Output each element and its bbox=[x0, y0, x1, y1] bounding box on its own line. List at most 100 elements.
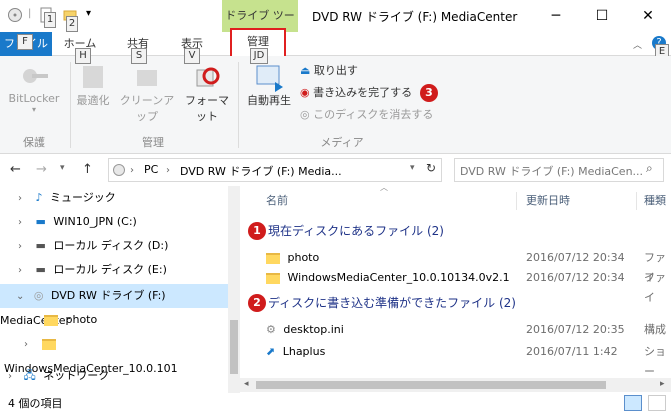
nav-scroll-thumb[interactable] bbox=[230, 320, 238, 374]
folder-icon bbox=[41, 338, 56, 350]
nav-item-network[interactable]: › 🖧 ネットワーク bbox=[0, 364, 228, 388]
eject-label: 取り出す bbox=[313, 64, 358, 77]
group-separator bbox=[70, 62, 71, 148]
windows-drive-icon: ▬ bbox=[35, 215, 46, 228]
details-view-icon[interactable] bbox=[624, 395, 642, 411]
finish-burning-label: 書き込みを完了する bbox=[313, 86, 413, 99]
file-type: 構成 bbox=[644, 323, 666, 336]
nav-item-windowsmediacenter[interactable]: › WindowsMediaCenter_10.0.101 bbox=[0, 332, 228, 375]
callout-badge-1: 1 bbox=[248, 222, 266, 240]
column-divider[interactable] bbox=[516, 192, 517, 210]
autoplay-button[interactable]: 自動再生 bbox=[242, 62, 296, 108]
collapse-ribbon-icon[interactable]: ︿ bbox=[633, 38, 642, 51]
table-row[interactable]: ⬈ Lhaplus bbox=[266, 342, 526, 362]
bitlocker-icon bbox=[18, 62, 50, 92]
expand-icon[interactable]: › bbox=[18, 265, 22, 276]
nav-item-e-drive[interactable]: › ▬ ローカル ディスク (E:) bbox=[0, 258, 228, 282]
nav-item-music[interactable]: › ♪ ミュージック bbox=[0, 186, 228, 210]
expand-icon[interactable]: › bbox=[24, 339, 28, 350]
format-icon bbox=[191, 62, 223, 92]
back-arrow-icon[interactable]: ← bbox=[10, 162, 21, 177]
optimize-icon bbox=[77, 62, 109, 92]
column-header-name[interactable]: 名前 bbox=[266, 190, 288, 212]
file-name: Lhaplus bbox=[282, 345, 326, 358]
eject-button[interactable]: ⏏ 取り出す bbox=[300, 62, 358, 80]
large-icons-view-icon[interactable] bbox=[648, 395, 666, 411]
search-icon[interactable]: ⌕ bbox=[646, 161, 653, 176]
cleanup-label: クリーンアップ bbox=[119, 94, 175, 123]
expand-icon[interactable]: › bbox=[8, 371, 12, 382]
drive-icon bbox=[112, 163, 126, 180]
qat-dropdown-icon[interactable]: ▾ bbox=[86, 8, 91, 19]
network-icon: 🖧 bbox=[23, 369, 36, 382]
folder-icon bbox=[266, 272, 280, 284]
settings-file-icon: ⚙ bbox=[266, 323, 276, 336]
drive-icon[interactable] bbox=[6, 7, 24, 23]
keytip-file: F bbox=[17, 34, 33, 50]
group-header-current-files[interactable]: 現在ディスクにあるファイル (2) bbox=[268, 220, 444, 242]
music-icon: ♪ bbox=[35, 191, 43, 204]
bitlocker-button[interactable]: BitLocker ▾ bbox=[4, 62, 64, 114]
optimize-button[interactable]: 最適化 bbox=[72, 62, 114, 108]
erase-disc-button[interactable]: ◎ このディスクを消去する bbox=[300, 106, 433, 124]
expand-icon[interactable]: › bbox=[18, 241, 22, 252]
nav-item-photo[interactable]: photo bbox=[0, 308, 228, 332]
file-name: photo bbox=[287, 251, 320, 264]
column-divider[interactable] bbox=[636, 192, 637, 210]
forward-arrow-icon[interactable]: → bbox=[36, 162, 47, 177]
horizontal-scroll-thumb[interactable] bbox=[256, 381, 606, 389]
nav-item-f-drive[interactable]: ⌄ ◎ DVD RW ドライブ (F:) MediaCenter bbox=[0, 284, 228, 327]
dvd-drive-icon: ◎ bbox=[33, 289, 44, 302]
file-date: 2016/07/12 20:34 bbox=[526, 271, 625, 284]
group-protect-label: 保護 bbox=[23, 136, 45, 149]
keytip-qat-2: 2 bbox=[66, 16, 78, 32]
address-dropdown-icon[interactable]: ▾ bbox=[410, 163, 415, 173]
collapse-icon[interactable]: ⌄ bbox=[16, 291, 24, 302]
table-row[interactable]: ⚙ desktop.ini bbox=[266, 320, 526, 340]
folder-icon bbox=[44, 314, 58, 326]
maximize-button[interactable]: ☐ bbox=[579, 0, 625, 32]
item-count: 4 個の項目 bbox=[8, 397, 63, 410]
nav-label: photo bbox=[65, 313, 98, 326]
breadcrumb-separator: › bbox=[166, 165, 170, 176]
bitlocker-label: BitLocker bbox=[8, 92, 60, 105]
breadcrumb-separator: › bbox=[130, 165, 134, 176]
table-row[interactable]: WindowsMediaCenter_10.0.10134.0v2.1 bbox=[266, 268, 526, 288]
cleanup-button[interactable]: クリーンアップ bbox=[116, 62, 178, 124]
scroll-left-icon[interactable]: ◂ bbox=[244, 379, 249, 389]
column-header-type[interactable]: 種類 bbox=[644, 190, 666, 212]
group-header-pending-files[interactable]: ディスクに書き込む準備ができたファイル (2) bbox=[268, 292, 516, 314]
nav-label: ミュージック bbox=[50, 191, 116, 204]
scroll-right-icon[interactable]: ▸ bbox=[660, 379, 665, 389]
refresh-icon[interactable]: ↻ bbox=[426, 161, 436, 175]
recent-locations-icon[interactable]: ▾ bbox=[60, 163, 65, 173]
ribbon-tab-row bbox=[0, 32, 671, 56]
close-button[interactable]: ✕ bbox=[625, 0, 671, 32]
status-bar: 4 個の項目 bbox=[0, 393, 671, 415]
breadcrumb-drive[interactable]: DVD RW ドライブ (F:) Media... bbox=[180, 163, 342, 179]
file-date: 2016/07/12 20:35 bbox=[526, 323, 625, 336]
separator: | bbox=[28, 8, 32, 19]
breadcrumb-pc[interactable]: PC bbox=[144, 163, 158, 176]
autoplay-icon bbox=[253, 62, 285, 92]
autoplay-label: 自動再生 bbox=[247, 94, 291, 107]
erase-disc-icon: ◎ bbox=[300, 108, 310, 121]
expand-icon[interactable]: › bbox=[18, 193, 22, 204]
expand-icon[interactable]: › bbox=[18, 217, 22, 228]
nav-item-d-drive[interactable]: › ▬ ローカル ディスク (D:) bbox=[0, 234, 228, 258]
minimize-button[interactable]: ─ bbox=[533, 0, 579, 32]
burn-disc-icon: ◉ bbox=[300, 86, 310, 99]
callout-badge-2: 2 bbox=[248, 294, 266, 312]
eject-icon: ⏏ bbox=[300, 64, 311, 77]
column-header-date[interactable]: 更新日時 bbox=[526, 190, 570, 212]
finish-burning-button[interactable]: ◉ 書き込みを完了する bbox=[300, 84, 412, 102]
folder-icon bbox=[266, 252, 280, 264]
search-placeholder: DVD RW ドライブ (F:) MediaCen... bbox=[460, 165, 644, 178]
nav-item-c-drive[interactable]: › ▬ WIN10_JPN (C:) bbox=[0, 210, 228, 234]
file-date: 2016/07/11 1:42 bbox=[526, 345, 618, 358]
file-date: 2016/07/12 20:34 bbox=[526, 251, 625, 264]
format-button[interactable]: フォーマット bbox=[180, 62, 234, 124]
disk-icon: ▬ bbox=[35, 239, 46, 252]
up-arrow-icon[interactable]: ↑ bbox=[82, 162, 93, 177]
nav-label: ローカル ディスク (D:) bbox=[53, 239, 169, 252]
